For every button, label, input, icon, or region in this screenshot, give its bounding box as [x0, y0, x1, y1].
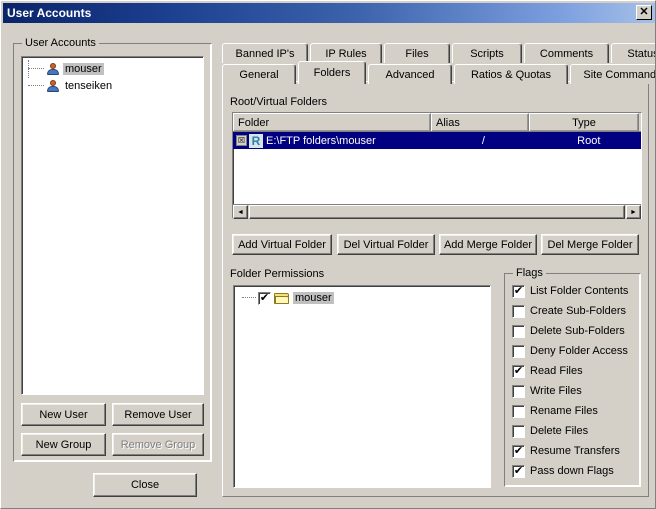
- tree-line-icon: [28, 67, 44, 70]
- flag-label: Create Sub-Folders: [530, 305, 626, 317]
- tab-ratios-quotas[interactable]: Ratios & Quotas: [454, 64, 568, 84]
- user-icon: [46, 79, 60, 93]
- flag-rename-files[interactable]: Rename Files: [512, 403, 598, 419]
- root-folder-icon: R: [249, 133, 263, 148]
- row-marker-icon[interactable]: ☒: [236, 135, 247, 146]
- checkbox[interactable]: [512, 404, 525, 418]
- folder-icon: [274, 292, 290, 305]
- tree-item[interactable]: ✔ mouser: [234, 289, 490, 307]
- flags-group-label: Flags: [513, 267, 546, 279]
- user-accounts-dialog: User Accounts ✕ User Accounts mouser ten…: [0, 0, 656, 509]
- new-user-button[interactable]: New User: [21, 403, 106, 426]
- checkbox[interactable]: [512, 384, 525, 398]
- tab-strip: Banned IP's IP Rules Files Scripts Comme…: [222, 43, 655, 84]
- tab-folders[interactable]: Folders: [298, 61, 366, 84]
- user-accounts-group-label: User Accounts: [22, 37, 99, 49]
- tab-advanced[interactable]: Advanced: [368, 64, 452, 84]
- checkbox[interactable]: ✔: [512, 284, 525, 298]
- checkbox[interactable]: [512, 304, 525, 318]
- add-merge-folder-button[interactable]: Add Merge Folder: [439, 234, 537, 255]
- folder-permissions-tree[interactable]: ✔ mouser: [233, 285, 491, 488]
- scroll-left-arrow-icon[interactable]: ◄: [233, 205, 248, 219]
- flag-create-sub-folders[interactable]: Create Sub-Folders: [512, 303, 626, 319]
- tree-line-icon: [242, 297, 256, 299]
- permission-checkbox[interactable]: ✔: [258, 291, 271, 305]
- cell-type: Root: [577, 134, 601, 147]
- user-icon: [46, 62, 60, 76]
- flag-resume-transfers[interactable]: ✔ Resume Transfers: [512, 443, 620, 459]
- remove-group-button: Remove Group: [112, 433, 204, 456]
- list-item[interactable]: mouser: [22, 60, 203, 77]
- root-virtual-folders-label: Root/Virtual Folders: [230, 96, 328, 108]
- flag-label: Pass down Flags: [530, 465, 614, 477]
- flag-list-folder-contents[interactable]: ✔ List Folder Contents: [512, 283, 628, 299]
- checkbox[interactable]: ✔: [512, 364, 525, 378]
- checkbox[interactable]: ✔: [512, 444, 525, 458]
- flag-write-files[interactable]: Write Files: [512, 383, 582, 399]
- tab-general[interactable]: General: [222, 64, 296, 84]
- flag-label: Write Files: [530, 385, 582, 397]
- user-accounts-list[interactable]: mouser tenseiken: [21, 56, 204, 395]
- user-name-label: tenseiken: [65, 79, 113, 92]
- list-item[interactable]: tenseiken: [22, 77, 203, 94]
- flag-label: Deny Folder Access: [530, 345, 628, 357]
- close-icon[interactable]: ✕: [636, 5, 652, 20]
- tab-scripts[interactable]: Scripts: [452, 43, 522, 63]
- tab-comments[interactable]: Comments: [524, 43, 609, 63]
- column-header-type[interactable]: Type: [529, 113, 639, 131]
- root-virtual-folders-list[interactable]: Folder Alias Type ☒ R E:\FTP folders\mou…: [232, 112, 642, 219]
- user-name-label: mouser: [63, 62, 104, 75]
- tab-status[interactable]: Status: [611, 43, 655, 63]
- list-column-headers: Folder Alias Type: [233, 113, 641, 132]
- column-header-folder[interactable]: Folder: [233, 113, 431, 131]
- cell-alias: /: [481, 134, 485, 147]
- window-titlebar: User Accounts ✕: [3, 3, 655, 23]
- scroll-right-arrow-icon[interactable]: ►: [626, 205, 641, 219]
- flags-group: Flags ✔ List Folder Contents Create Sub-…: [504, 267, 641, 487]
- tab-files[interactable]: Files: [384, 43, 450, 63]
- add-virtual-folder-button[interactable]: Add Virtual Folder: [232, 234, 332, 255]
- column-header-alias[interactable]: Alias: [431, 113, 529, 131]
- del-merge-folder-button[interactable]: Del Merge Folder: [541, 234, 639, 255]
- flag-delete-files[interactable]: Delete Files: [512, 423, 588, 439]
- flag-label: List Folder Contents: [530, 285, 629, 297]
- flag-delete-sub-folders[interactable]: Delete Sub-Folders: [512, 323, 625, 339]
- tab-site-commands[interactable]: Site Commands: [570, 64, 655, 84]
- tab-ip-rules[interactable]: IP Rules: [310, 43, 382, 63]
- table-row[interactable]: ☒ R E:\FTP folders\mouser / Root: [233, 132, 641, 149]
- flag-deny-folder-access[interactable]: Deny Folder Access: [512, 343, 628, 359]
- tree-line-icon: [28, 84, 44, 87]
- cell-folder: E:\FTP folders\mouser: [266, 134, 376, 147]
- permission-label: mouser: [293, 292, 334, 304]
- remove-user-button[interactable]: Remove User: [112, 403, 204, 426]
- del-virtual-folder-button[interactable]: Del Virtual Folder: [337, 234, 435, 255]
- folder-permissions-label: Folder Permissions: [230, 268, 325, 280]
- folders-horizontal-scrollbar[interactable]: ◄ ►: [233, 204, 641, 219]
- flag-label: Delete Sub-Folders: [530, 325, 625, 337]
- close-button[interactable]: Close: [93, 473, 197, 497]
- tab-banned-ips[interactable]: Banned IP's: [222, 43, 308, 63]
- window-title: User Accounts: [7, 6, 92, 20]
- checkbox[interactable]: ✔: [512, 464, 525, 478]
- flag-label: Delete Files: [530, 425, 589, 437]
- scrollbar-thumb[interactable]: [249, 205, 625, 219]
- flag-pass-down-flags[interactable]: ✔ Pass down Flags: [512, 463, 614, 479]
- flag-label: Rename Files: [530, 405, 598, 417]
- checkbox[interactable]: [512, 344, 525, 358]
- flag-read-files[interactable]: ✔ Read Files: [512, 363, 583, 379]
- checkbox[interactable]: [512, 424, 525, 438]
- checkbox[interactable]: [512, 324, 525, 338]
- flag-label: Resume Transfers: [530, 445, 620, 457]
- flag-label: Read Files: [530, 365, 583, 377]
- new-group-button[interactable]: New Group: [21, 433, 106, 456]
